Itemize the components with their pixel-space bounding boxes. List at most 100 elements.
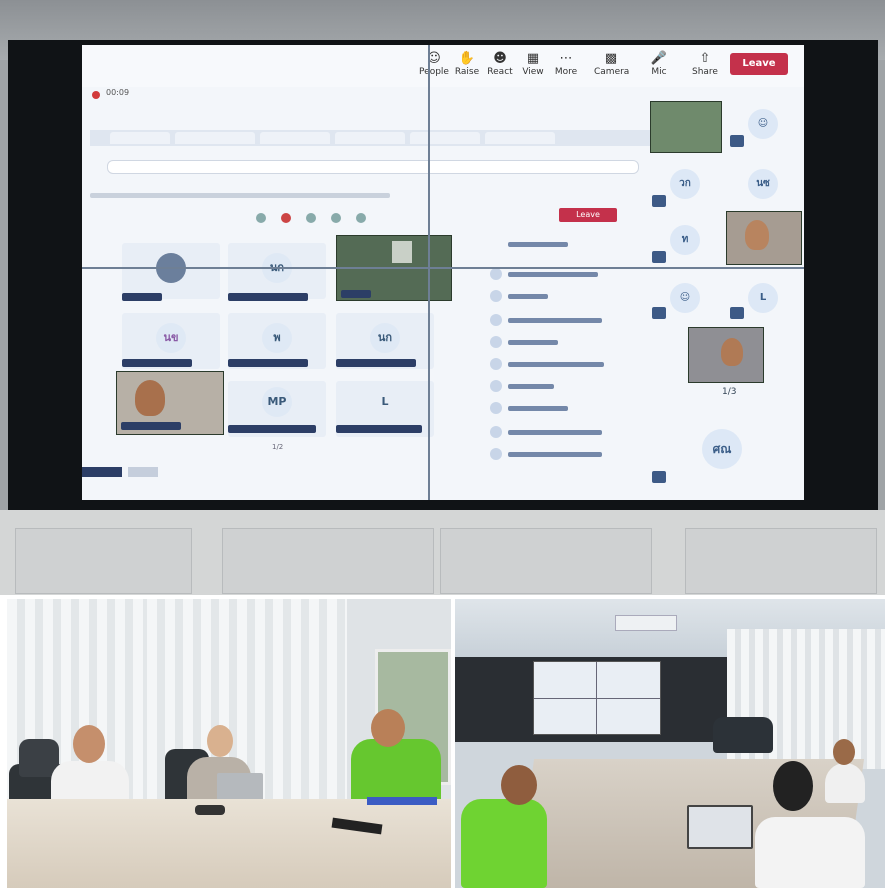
- ceiling-vent: [615, 615, 677, 631]
- mic-status-icon: [652, 195, 666, 207]
- participant-avatar: พ: [262, 323, 292, 353]
- participant-avatar: ศณ: [702, 429, 742, 469]
- participant-avatar: นก: [370, 323, 400, 353]
- participant-face: [721, 338, 743, 366]
- participant-avatar: L: [381, 395, 389, 408]
- view-icon: ▦: [526, 51, 540, 66]
- browser-tab[interactable]: [260, 132, 330, 144]
- inner-toolbar-icon: [331, 213, 341, 223]
- wall-panel: [222, 528, 434, 594]
- video-feed-tile: [726, 211, 802, 265]
- participant-avatar: นข: [156, 323, 186, 353]
- participant-row[interactable]: [508, 272, 598, 277]
- raise-hand-button[interactable]: ✋ Raise: [450, 51, 484, 77]
- video-feed-tile: [650, 101, 722, 153]
- mic-button[interactable]: 🎤 Mic: [642, 51, 676, 77]
- browser-tab-strip: [90, 130, 650, 146]
- participant-row[interactable]: [508, 362, 604, 367]
- participant-row[interactable]: [508, 318, 602, 323]
- browser-tab[interactable]: [485, 132, 555, 144]
- inner-toolbar-icon: [256, 213, 266, 223]
- person-body: [755, 817, 865, 888]
- share-icon: ⇧: [699, 51, 711, 66]
- participant-avatar-icon: ☺: [748, 109, 778, 139]
- participant-face: [745, 220, 769, 250]
- wall-panel: [440, 528, 652, 594]
- participants-header: [508, 242, 568, 247]
- participant-row[interactable]: [508, 384, 554, 389]
- wall-panel: [15, 528, 192, 594]
- wall-board: [392, 241, 412, 263]
- meeting-room-photo-right: [455, 599, 885, 888]
- browser-tab[interactable]: [335, 132, 405, 144]
- person-head: [773, 761, 813, 811]
- leave-button[interactable]: Leave: [730, 53, 788, 75]
- inner-leave-button[interactable]: Leave: [559, 208, 617, 222]
- participant-row-avatar: [490, 290, 502, 302]
- display-seam: [534, 698, 660, 699]
- camera-button[interactable]: ▩ Camera: [594, 51, 629, 77]
- mic-status-icon: [652, 471, 666, 483]
- participant-name-tag: [228, 359, 308, 367]
- participant-avatar: นซ: [748, 169, 778, 199]
- laptop: [687, 805, 753, 849]
- person-head: [371, 709, 405, 747]
- browser-tab[interactable]: [410, 132, 480, 144]
- participants-panel: [486, 240, 626, 465]
- browser-tab[interactable]: [175, 132, 255, 144]
- people-button[interactable]: ☺ People: [417, 51, 451, 77]
- participant-row[interactable]: [508, 340, 558, 345]
- video-wall-photo: ☺ People ✋ Raise ☻ React ▦ View ⋯ More ▩ Camer…: [0, 0, 885, 595]
- participant-row[interactable]: [508, 294, 548, 299]
- person-body: [825, 763, 865, 803]
- participant-tile: นก: [228, 243, 326, 301]
- participant-tile: L: [336, 381, 434, 437]
- mic-status-icon: [730, 135, 744, 147]
- video-wall-screen: [533, 661, 661, 735]
- participant-row[interactable]: [508, 430, 602, 435]
- participant-row-avatar: [490, 402, 502, 414]
- view-button[interactable]: ▦ View: [516, 51, 550, 77]
- participant-row-avatar: [490, 314, 502, 326]
- participant-name-tag: [336, 359, 416, 367]
- participant-tile: [122, 243, 220, 301]
- person-body: [351, 739, 441, 805]
- meeting-room-photo-left: [7, 599, 451, 888]
- person-head: [833, 739, 855, 765]
- participant-row[interactable]: [508, 406, 568, 411]
- workstation-desk: [713, 717, 773, 753]
- participant-name-tag: [128, 467, 158, 477]
- display-seam: [82, 267, 804, 269]
- mic-icon: 🎤: [650, 51, 668, 66]
- participant-name-tag: [228, 293, 308, 301]
- participant-row-avatar: [490, 380, 502, 392]
- video-feed-tile: [116, 371, 224, 435]
- person-head: [501, 765, 537, 805]
- participant-row-avatar: [490, 448, 502, 460]
- more-button[interactable]: ⋯ More: [549, 51, 583, 77]
- window-title: 00:09: [106, 88, 130, 97]
- participant-avatar-icon: ☺: [670, 283, 700, 313]
- raise-hand-icon: ✋: [458, 51, 476, 66]
- inner-toolbar-icon: [281, 213, 291, 223]
- participant-row-avatar: [490, 426, 502, 438]
- browser-tab[interactable]: [110, 132, 170, 144]
- display-seam: [428, 45, 430, 500]
- address-bar[interactable]: [107, 160, 639, 174]
- person-head: [73, 725, 105, 763]
- video-feed-tile: [688, 327, 764, 383]
- react-button[interactable]: ☻ React: [483, 51, 517, 77]
- participant-row-avatar: [490, 268, 502, 280]
- participant-row-avatar: [490, 336, 502, 348]
- folder: [367, 797, 437, 805]
- participant-name-tag: [341, 290, 371, 298]
- share-button[interactable]: ⇧ Share: [688, 51, 722, 77]
- participant-name-tag: [82, 467, 122, 477]
- conference-table: [7, 799, 451, 888]
- participant-avatar: ท: [670, 225, 700, 255]
- mic-status-icon: [652, 307, 666, 319]
- participant-row[interactable]: [508, 452, 602, 457]
- inner-toolbar-icon: [356, 213, 366, 223]
- more-icon: ⋯: [559, 51, 573, 66]
- page-indicator: 1/3: [722, 387, 737, 397]
